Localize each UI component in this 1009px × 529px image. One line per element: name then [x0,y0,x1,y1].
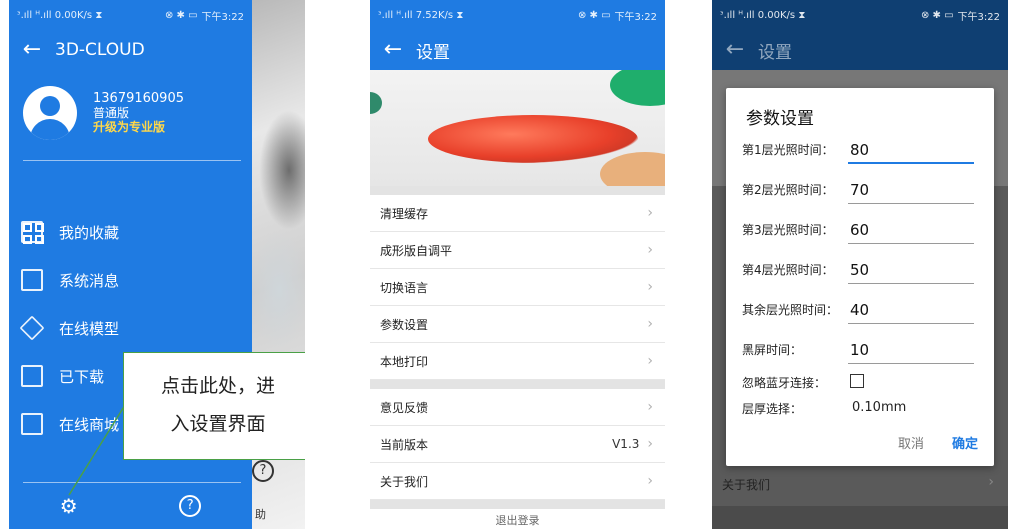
settings-list-primary: 清理缓存 › 成形版自调平 › 切换语言 › 参数设置 › 本地打印 › [370,195,665,380]
mail-icon [21,269,43,291]
menu-item-messages[interactable]: 系统消息 [9,256,252,304]
ignore-bluetooth-checkbox[interactable] [850,374,864,388]
drawer-footer: ⚙ ? [9,482,252,529]
field-layer2-exposure: 第2层光照时间： 70 [742,174,974,204]
layer-thickness-select[interactable]: 0.10mm [852,400,906,415]
blackout-time-input[interactable]: 10 [848,338,974,364]
chevron-right-icon: › [647,473,653,489]
field-other-layer-exposure: 其余层光照时间： 40 [742,294,974,324]
page-title: 设置 [416,42,450,63]
layer4-exposure-input[interactable]: 50 [848,258,974,284]
user-phone: 13679160905 [93,91,184,106]
layer2-exposure-input[interactable]: 70 [848,178,974,204]
app-title: 3D-CLOUD [55,40,145,60]
plug-icon [21,365,43,387]
shopping-bag-icon [21,413,43,435]
field-layer1-exposure: 第1层光照时间： 80 [742,134,974,164]
settings-row-clear-cache[interactable]: 清理缓存 › [370,195,665,232]
avatar[interactable] [23,86,77,140]
chevron-right-icon: › [647,399,653,415]
help-icon[interactable]: ? [179,494,202,517]
instruction-callout: 点击此处，进 入设置界面 [123,352,305,460]
status-bar: ᵌ.ıll ᴴ.ıll 0.00K/s ⧗ ⊗ ✱ ▭ 下午3:22 [720,9,1000,23]
divider [23,160,241,161]
top-bar: ᵌ.ıll ᴴ.ıll 7.52K/s ⧗ ⊗ ✱ ▭ 下午3:22 ← 设置 [370,0,665,70]
parameter-settings-dialog: 参数设置 第1层光照时间： 80 第2层光照时间： 70 第3层光照时间： 60… [726,88,994,466]
chevron-right-icon: › [647,436,653,452]
user-profile[interactable]: 13679160905 普通版 升级为专业版 [23,86,184,140]
settings-row-auto-level[interactable]: 成形版自调平 › [370,232,665,269]
settings-row-local-print[interactable]: 本地打印 › [370,343,665,380]
help-label: 助 [255,508,266,521]
page-title: 设置 [758,42,792,63]
help-icon: ? [252,460,274,482]
settings-row-language[interactable]: 切换语言 › [370,269,665,306]
menu-item-online-models[interactable]: 在线模型 [9,304,252,352]
settings-header: ← 设置 [370,30,665,70]
chevron-right-icon: › [647,242,653,258]
callout-pointer [68,404,126,496]
settings-row-about[interactable]: 关于我们 › [370,463,665,500]
phone-settings-screen: ᵌ.ıll ᴴ.ıll 7.52K/s ⧗ ⊗ ✱ ▭ 下午3:22 ← 设置 清… [370,0,665,529]
cancel-button[interactable]: 取消 [898,433,924,452]
user-edition: 普通版 [93,106,130,120]
settings-row-feedback[interactable]: 意见反馈 › [370,389,665,426]
back-arrow-icon[interactable]: ← [9,30,55,70]
field-layer3-exposure: 第3层光照时间： 60 [742,214,974,244]
field-blackout-time: 黑屏时间： 10 [742,334,974,364]
settings-list-secondary: 意见反馈 › 当前版本 V1.3 › 关于我们 › [370,389,665,500]
settings-row-version[interactable]: 当前版本 V1.3 › [370,426,665,463]
layer3-exposure-input[interactable]: 60 [848,218,974,244]
back-arrow-icon[interactable]: ← [370,30,416,70]
dialog-actions: 取消 确定 [898,433,978,452]
field-layer4-exposure: 第4层光照时间： 50 [742,254,974,284]
chevron-right-icon: › [647,353,653,369]
ignore-bluetooth-row: 忽略蓝牙连接： [742,372,864,391]
layer1-exposure-input[interactable]: 80 [848,138,974,164]
status-bar: ᵌ.ıll ᴴ.ıll 0.00K/s ⧗ ⊗ ✱ ▭ 下午3:22 [17,9,244,23]
back-arrow-icon: ← [725,37,745,62]
drawer-header: ← 3D-CLOUD [9,30,252,70]
dialog-title: 参数设置 [746,109,814,129]
chevron-right-icon: › [647,205,653,221]
chevron-right-icon: › [988,474,994,490]
grid-icon [21,221,44,244]
phone-drawer-screen: ᵌ.ıll ᴴ.ıll 0.00K/s ⧗ ⊗ ✱ ▭ 下午3:22 ← 3D-C… [9,0,305,529]
banner-image [370,70,665,186]
settings-row-parameters[interactable]: 参数设置 › [370,306,665,343]
menu-item-favorites[interactable]: 我的收藏 [9,208,252,256]
upgrade-link[interactable]: 升级为专业版 [93,120,184,134]
chevron-right-icon: › [647,316,653,332]
layer-thickness-row: 层厚选择： 0.10mm [742,400,907,416]
other-layer-exposure-input[interactable]: 40 [848,298,974,324]
settings-row-about-dimmed: 关于我们 [722,478,771,492]
version-value: V1.3 [612,437,640,451]
phone-parameter-dialog-screen: ᵌ.ıll ᴴ.ıll 0.00K/s ⧗ ⊗ ✱ ▭ 下午3:22 ← 设置 关… [712,0,1008,529]
status-bar: ᵌ.ıll ᴴ.ıll 7.52K/s ⧗ ⊗ ✱ ▭ 下午3:22 [378,9,657,23]
layers-icon [19,315,45,341]
logout-button[interactable]: 退出登录 [370,512,665,528]
chevron-right-icon: › [647,279,653,295]
confirm-button[interactable]: 确定 [952,433,978,452]
settings-header: ← 设置 [712,30,1008,70]
